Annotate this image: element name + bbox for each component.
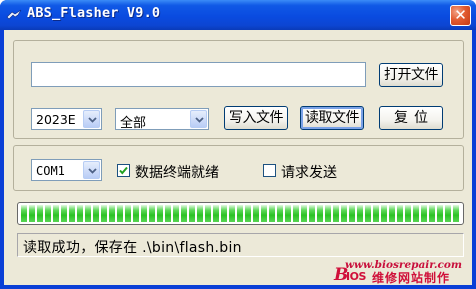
open-file-button[interactable]: 打开文件: [379, 63, 443, 87]
app-icon: [6, 9, 22, 20]
progress-track: [21, 205, 460, 222]
progress-fill: [21, 205, 460, 222]
close-button[interactable]: ✕: [450, 5, 471, 26]
range-select[interactable]: 全部: [115, 108, 209, 131]
close-icon: ✕: [454, 6, 467, 24]
status-text: 读取成功，保存在 .\bin\flash.bin: [17, 233, 464, 257]
range-dropdown-button[interactable]: [190, 110, 207, 128]
rts-checkbox-box[interactable]: [263, 164, 276, 177]
com-port-select[interactable]: COM1: [31, 159, 102, 181]
dtr-checkbox-label: 数据终端就绪: [135, 165, 219, 181]
com-port-value: COM1: [36, 164, 65, 178]
app-window: ABS_Flasher V9.0 ✕ 打开文件 2023E 全部 写入文件 读取…: [0, 0, 476, 289]
open-file-label: 打开文件: [384, 67, 439, 83]
checkmark-icon: [119, 166, 128, 175]
reset-button[interactable]: 复位: [379, 106, 443, 130]
write-file-button[interactable]: 写入文件: [224, 106, 288, 130]
watermark-logo-text: 维修网站制作: [372, 271, 451, 285]
title-bar[interactable]: ABS_Flasher V9.0 ✕: [0, 0, 476, 30]
read-file-button[interactable]: 读取文件: [300, 106, 364, 130]
dtr-checkbox-box[interactable]: [117, 164, 130, 177]
chevron-down-icon: [195, 117, 204, 123]
chevron-down-icon: [88, 117, 97, 123]
rts-checkbox-label: 请求发送: [281, 165, 337, 181]
year-select-value: 2023E: [36, 112, 76, 127]
client-area: 打开文件 2023E 全部 写入文件 读取文件 复位 COM1 数据终端就绪 请…: [4, 30, 472, 285]
reset-label: 复位: [394, 110, 434, 126]
file-path-input[interactable]: [31, 62, 366, 87]
year-select[interactable]: 2023E: [31, 108, 102, 130]
year-dropdown-button[interactable]: [83, 110, 100, 128]
chevron-down-icon: [88, 168, 97, 174]
range-select-value: 全部: [120, 116, 147, 131]
watermark-logo: B IOS 维修网站制作: [334, 265, 466, 285]
window-title: ABS_Flasher V9.0: [27, 5, 161, 21]
read-file-label: 读取文件: [305, 110, 360, 126]
com-port-dropdown-button[interactable]: [83, 161, 100, 179]
progress-bar: [17, 202, 464, 225]
write-file-label: 写入文件: [229, 110, 284, 126]
watermark-logo-ios: IOS: [346, 270, 366, 283]
